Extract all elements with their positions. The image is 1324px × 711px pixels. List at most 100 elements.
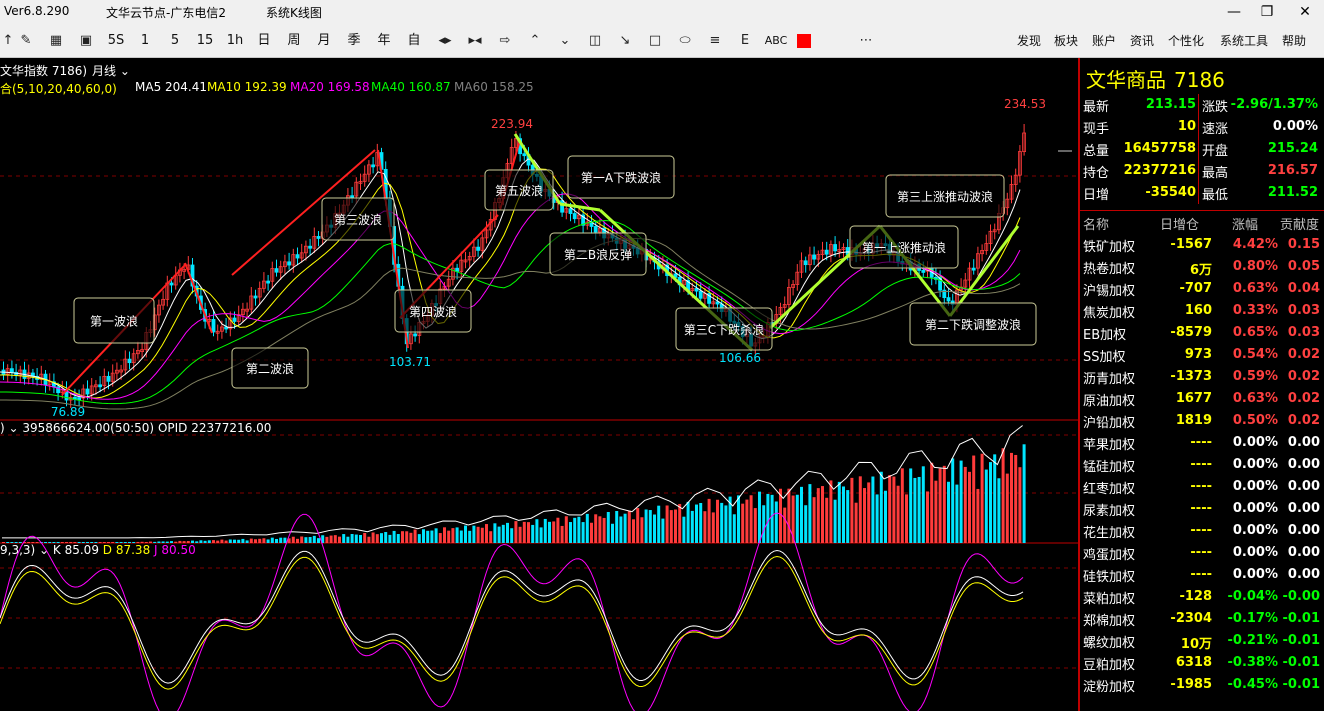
table-row[interactable]: 焦炭加权 160 0.33% 0.03: [1080, 300, 1324, 322]
table-row[interactable]: EB加权 -8579 0.65% 0.03: [1080, 322, 1324, 344]
text-tool[interactable]: ABC: [764, 32, 788, 50]
row-change-pct: 0.00%: [1232, 479, 1278, 494]
zoom-out-icon[interactable]: ▸◂: [467, 33, 483, 49]
move-right-icon[interactable]: ⇨: [497, 33, 513, 49]
table-row[interactable]: 螺纹加权 10万 -0.21% -0.01: [1080, 630, 1324, 652]
menu-help[interactable]: 帮助: [1282, 32, 1306, 50]
col-change-pct[interactable]: 涨幅: [1232, 214, 1258, 233]
table-row[interactable]: 热卷加权 6万 0.80% 0.05: [1080, 256, 1324, 278]
table-row[interactable]: 菜粕加权 -128 -0.04% -0.00: [1080, 586, 1324, 608]
period-quarter[interactable]: 季: [346, 32, 362, 50]
volume-bar: [241, 538, 245, 543]
period-5[interactable]: 5: [168, 32, 182, 50]
menu-account[interactable]: 账户: [1092, 32, 1116, 50]
volume-bar: [602, 517, 606, 543]
volume-bar: [762, 505, 766, 543]
period-15[interactable]: 15: [196, 32, 214, 50]
table-row[interactable]: 苹果加权 ---- 0.00% 0.00: [1080, 432, 1324, 454]
table-row[interactable]: 沪铅加权 1819 0.50% 0.02: [1080, 410, 1324, 432]
table-row[interactable]: 锰硅加权 ---- 0.00% 0.00: [1080, 454, 1324, 476]
volume-bar: [350, 534, 354, 543]
volume-bar: [228, 539, 232, 543]
menu-sectors[interactable]: 板块: [1054, 32, 1078, 50]
table-row[interactable]: 郑棉加权 -2304 -0.17% -0.01: [1080, 608, 1324, 630]
candle-body: [77, 397, 81, 401]
table-row[interactable]: 花生加权 ---- 0.00% 0.00: [1080, 520, 1324, 542]
volume-bar: [459, 530, 463, 543]
row-oi-change: -707: [1179, 281, 1212, 296]
col-contribution[interactable]: 贡献度: [1280, 214, 1319, 233]
arrow-tool-icon[interactable]: ↑: [0, 33, 16, 49]
volume-bar: [737, 495, 740, 543]
row-oi-change: ----: [1190, 545, 1212, 560]
col-oi-change[interactable]: 日增仓: [1160, 214, 1199, 233]
period-1h[interactable]: 1h: [226, 32, 244, 50]
scroll-down-icon[interactable]: ⌄: [557, 33, 573, 49]
table-row[interactable]: 豆粕加权 6318 -0.38% -0.01: [1080, 652, 1324, 674]
volume-bar: [703, 511, 707, 543]
table-row[interactable]: 沪锡加权 -707 0.63% 0.04: [1080, 278, 1324, 300]
layout-icon[interactable]: ◫: [587, 33, 603, 49]
table-row[interactable]: 淀粉加权 -1985 -0.45% -0.01: [1080, 674, 1324, 696]
menu-discover[interactable]: 发现: [1017, 32, 1041, 50]
table-row[interactable]: 沥青加权 -1373 0.59% 0.02: [1080, 366, 1324, 388]
ellipse-tool-icon[interactable]: ⬭: [677, 33, 693, 49]
ma-line-2: [0, 193, 1021, 400]
close-icon[interactable]: ✕: [1290, 2, 1320, 22]
table-row[interactable]: 铁矿加权 -1567 4.42% 0.15: [1080, 234, 1324, 256]
volume-bar: [657, 505, 661, 543]
more-icon[interactable]: ⋯: [858, 33, 874, 49]
quote-value-2: 216.57: [1267, 163, 1318, 178]
restore-icon[interactable]: ❐: [1252, 2, 1282, 22]
chart-area[interactable]: 第一波浪 第二波浪 第三波浪 第四波浪 第五波浪 第一A下跌波浪 第二B浪反弹 第三C下跌杀浪…: [0, 58, 1078, 711]
period-selector[interactable]: 月线 ⌄: [92, 62, 130, 79]
scroll-up-icon[interactable]: ⌃: [527, 33, 543, 49]
volume-bar: [800, 486, 803, 543]
volume-bar: [758, 491, 761, 543]
period-custom[interactable]: 自: [406, 32, 422, 50]
zoom-in-icon[interactable]: ◂▸: [437, 33, 453, 49]
wave-label: 第四波浪: [409, 304, 457, 319]
period-week[interactable]: 周: [286, 32, 302, 50]
candle-body: [266, 280, 271, 284]
color-picker-icon[interactable]: [797, 34, 811, 48]
volume-bar: [984, 469, 988, 543]
menu-news[interactable]: 资讯: [1130, 32, 1154, 50]
volume-bar: [573, 517, 577, 543]
text-e-icon[interactable]: E: [737, 33, 753, 49]
col-name[interactable]: 名称: [1083, 214, 1109, 233]
fib-tool-icon[interactable]: ≡: [707, 33, 723, 49]
table-row[interactable]: 原油加权 1677 0.63% 0.02: [1080, 388, 1324, 410]
rect-tool-icon[interactable]: □: [647, 33, 663, 49]
grid-tool-icon[interactable]: ▦: [48, 33, 64, 49]
menu-personalize[interactable]: 个性化: [1168, 32, 1204, 50]
menu-system-tools[interactable]: 系统工具: [1220, 32, 1268, 50]
volume-bar: [556, 517, 560, 543]
kline-chart[interactable]: 第一波浪第二波浪 第三波浪第四波浪 第五波浪 第一A下跌波浪第二B浪反弹第三C下跌杀浪…: [0, 58, 1078, 711]
table-row[interactable]: 鸡蛋加权 ---- 0.00% 0.00: [1080, 542, 1324, 564]
volume-bar: [317, 538, 320, 543]
volume-bar: [623, 513, 627, 543]
volume-bar: [632, 519, 635, 543]
volume-bar: [615, 511, 619, 543]
row-change-pct: 0.00%: [1232, 435, 1278, 450]
line-tool-icon[interactable]: ↘: [617, 33, 633, 49]
table-row[interactable]: 硅铁加权 ---- 0.00% 0.00: [1080, 564, 1324, 586]
volume-bar: [543, 518, 547, 543]
row-name: 菜粕加权: [1083, 592, 1136, 607]
period-1[interactable]: 1: [138, 32, 152, 50]
minimize-icon[interactable]: —: [1219, 2, 1249, 22]
pen-tool-icon[interactable]: ✎: [18, 33, 34, 49]
table-row[interactable]: 尿素加权 ---- 0.00% 0.00: [1080, 498, 1324, 520]
period-5s[interactable]: 5S: [104, 32, 128, 50]
table-row[interactable]: 红枣加权 ---- 0.00% 0.00: [1080, 476, 1324, 498]
row-oi-change: -128: [1179, 589, 1212, 604]
period-year[interactable]: 年: [376, 32, 392, 50]
period-month[interactable]: 月: [316, 32, 332, 50]
table-row[interactable]: SS加权 973 0.54% 0.02: [1080, 344, 1324, 366]
volume-bar: [207, 540, 211, 543]
volume-bar: [892, 476, 896, 543]
period-day[interactable]: 日: [256, 32, 272, 50]
save-icon[interactable]: ▣: [78, 33, 94, 49]
row-oi-change: 973: [1184, 347, 1212, 362]
